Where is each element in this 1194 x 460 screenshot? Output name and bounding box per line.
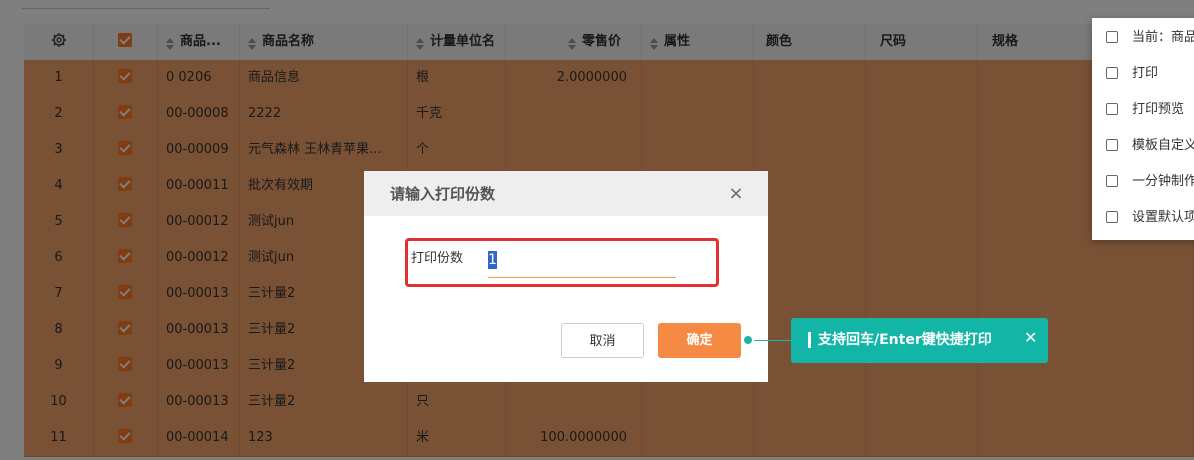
menu-item-set-default[interactable]: 设置默认项 — [1092, 200, 1194, 236]
close-icon[interactable]: ✕ — [1024, 328, 1037, 348]
menu-item-print-preview[interactable]: 打印预览 — [1092, 92, 1194, 128]
template-icon — [1106, 31, 1118, 43]
copy-icon — [1106, 139, 1118, 151]
menu-item-label: 打印预览 — [1132, 102, 1185, 117]
copies-input[interactable] — [488, 249, 676, 278]
menu-item-label: 模板自定义 — [1132, 138, 1194, 153]
cancel-button[interactable]: 取消 — [561, 323, 644, 358]
tooltip-anchor-dot — [742, 334, 754, 346]
menu-item-label: 当前：商品 — [1132, 30, 1194, 45]
dialog-header: 请输入打印份数 × — [364, 171, 768, 216]
printer-icon — [1106, 67, 1118, 79]
confirm-button[interactable]: 确定 — [658, 323, 741, 358]
copies-label: 打印份数 — [411, 251, 464, 266]
menu-item-current-template[interactable]: 当前：商品 — [1092, 20, 1194, 56]
menu-item-label: 设置默认项 — [1132, 210, 1194, 225]
tooltip-connector — [754, 340, 792, 341]
tooltip-accent-bar — [808, 332, 811, 348]
print-menu: 当前：商品 打印 打印预览 模板自定义 一分钟制作 设置默认项 — [1092, 18, 1194, 240]
document-icon — [1106, 175, 1118, 187]
shortcut-tooltip: 支持回车/Enter键快捷打印 ✕ — [791, 318, 1048, 363]
menu-item-custom-template[interactable]: 模板自定义 — [1092, 128, 1194, 164]
close-icon[interactable]: × — [724, 182, 748, 206]
menu-item-label: 打印 — [1132, 66, 1159, 81]
menu-item-one-minute-make[interactable]: 一分钟制作 — [1092, 164, 1194, 200]
menu-item-print[interactable]: 打印 — [1092, 56, 1194, 92]
preview-icon — [1106, 103, 1118, 115]
dialog-title: 请输入打印份数 — [390, 185, 496, 203]
tooltip-text: 支持回车/Enter键快捷打印 — [818, 332, 992, 348]
settings-icon — [1106, 211, 1118, 223]
menu-item-label: 一分钟制作 — [1132, 174, 1194, 189]
